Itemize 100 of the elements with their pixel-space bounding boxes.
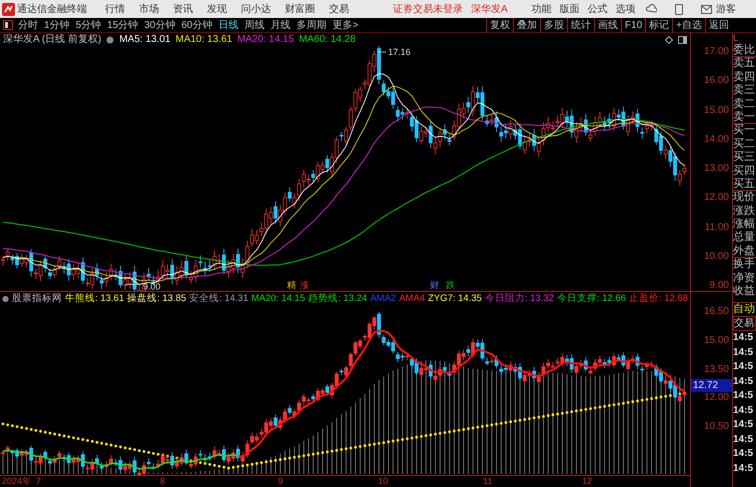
indicator-value: 今日阻力: 13.32 [484,292,554,306]
toolbar-button[interactable]: 叠加 [512,18,540,32]
menu-item[interactable]: 发现 [207,2,227,16]
quote-field-label: 卖四 [733,70,756,84]
login-status[interactable]: 证券交易未登录 [393,2,463,16]
indicator-value: AMA2 [370,292,396,306]
menu-item[interactable]: 选项 [616,2,636,16]
period-tab[interactable]: 月线 [270,18,290,32]
period-tab[interactable]: 15分钟 [107,18,138,32]
date-label: 8 [160,476,166,487]
toolbar-button[interactable]: 复权 [486,18,513,32]
quote-field-label: 外盘 [733,244,756,258]
ma-value: MA60: 14.28 [298,33,356,47]
quote-field-label: 现价 [733,191,756,205]
price-axis-label: 9.00 [710,281,729,291]
ma-value: MA5: 13.01 [119,33,170,47]
trade-tab[interactable]: 交易 [733,316,756,332]
indicator-name: 股票指标网 [12,292,62,306]
toolbar-button[interactable]: +自选 [672,18,705,32]
indicator-value: 牛熊线: 13.61 [65,292,124,306]
quote-field-label: 换手 [733,258,756,272]
trade-time: 14:5 [733,404,754,418]
trade-time: 14:5 [733,346,754,360]
menu-item[interactable]: 行情 [105,2,125,16]
price-axis-label: 10.00 [704,252,729,262]
price-axis-label: 15.00 [704,336,729,346]
quote-field-label: 总量 [733,231,756,245]
current-value-label: 12.72 [691,379,732,392]
trade-time: 14:5 [733,360,754,374]
toolbar-button[interactable]: 多股 [540,18,567,32]
period-tab[interactable]: 1分钟 [44,18,70,32]
date-label: 9 [278,476,284,487]
app-name: 通达信金融终端 [17,2,87,16]
user-label[interactable]: 游客 [716,2,736,16]
period-tab[interactable]: 周线 [244,18,264,32]
trade-time: 14:5 [733,389,754,404]
more-button[interactable]: 更多> [332,18,358,32]
date-label: 10 [378,476,388,487]
period-tab[interactable]: 30分钟 [144,18,176,32]
quote-field-label: 卖五 [733,57,756,71]
quote-field-label: 卖一 [733,110,756,124]
period-tab[interactable]: 5分钟 [76,18,102,32]
period-tab[interactable]: 多周期 [296,18,326,32]
menu-item[interactable]: 功能 [532,2,552,16]
menu-item[interactable]: 财富圈 [285,2,315,16]
price-axis-label: 12.00 [704,193,729,204]
price-axis-label: 11.00 [704,222,729,232]
quote-field-label: 卖二 [733,98,756,111]
quote-field-label: 涨跌 [733,204,756,218]
menu-item[interactable]: 问小达 [241,2,271,16]
indicator-value: 操盘线: 13.85 [127,292,186,306]
quote-field-label: 收益 [733,285,756,298]
price-axis-label: 12.00 [704,393,729,404]
ma-value: MA10: 13.61 [176,33,232,47]
panel-corner-label: L [733,33,739,44]
quote-field-label: 委比 [733,44,756,58]
menu-item[interactable]: 资讯 [173,2,193,16]
chart-title: 深华发A (日线 前复权) [3,32,102,47]
date-label: 7 [36,476,42,487]
indicator-value: ZYG7: 14.35 [428,292,482,306]
price-axis-label: 17.00 [704,47,729,57]
indicator-value: AMA4 [399,292,425,306]
quote-field-label: 净资 [733,272,756,285]
signal-label: 涨 [300,280,309,290]
stock-name[interactable]: 深华发A [471,2,508,16]
trade-time: 14:5 [733,374,754,389]
quote-field-label: 买四 [733,164,756,178]
toolbar-button[interactable]: 返回 [705,18,732,32]
menu-item[interactable]: 市场 [139,2,159,16]
period-tab[interactable]: 分时 [18,18,38,32]
price-axis-label: 14.00 [704,134,729,145]
indicator-value: 止盈价: 12.68 [628,292,688,306]
quote-field-label: 涨幅 [733,218,756,231]
indicator-value: MA20: 14.15 [251,292,306,306]
signal-label: 跌 [446,280,455,290]
price-axis-label: 13.50 [704,364,729,374]
toolbar-button[interactable]: F10 [620,18,646,32]
period-tab[interactable]: 60分钟 [181,18,212,32]
indicator-value: 安全线: 14.31 [189,292,248,306]
menu-item[interactable]: 交易 [329,2,349,16]
price-axis-label: 16.50 [704,307,729,317]
trade-time: 14:5 [733,418,754,432]
date-label: 12 [582,476,592,487]
trade-time: 14:5 [733,432,754,447]
high-price-label: 17.16 [388,47,411,57]
toolbar-button[interactable]: 标记 [645,18,672,32]
menu-item[interactable]: 版面 [560,2,580,16]
price-axis-label: 15.00 [704,106,729,116]
menu-item[interactable]: 公式 [588,2,608,16]
period-tab[interactable]: 日线 [218,18,238,32]
trade-time: 14:5 [733,331,754,346]
trade-time: 14:5 [733,447,754,462]
quote-field-label: 卖三 [733,84,756,98]
date-label: 2024年 [2,476,32,487]
toolbar-button[interactable]: 统计 [566,18,594,32]
price-axis-label: 16.00 [704,76,729,86]
signal-label: 财 [430,280,439,290]
price-axis-label: 13.00 [704,164,729,174]
toolbar-button[interactable]: 画线 [594,18,621,32]
quote-field-label: 买一 [733,124,756,138]
